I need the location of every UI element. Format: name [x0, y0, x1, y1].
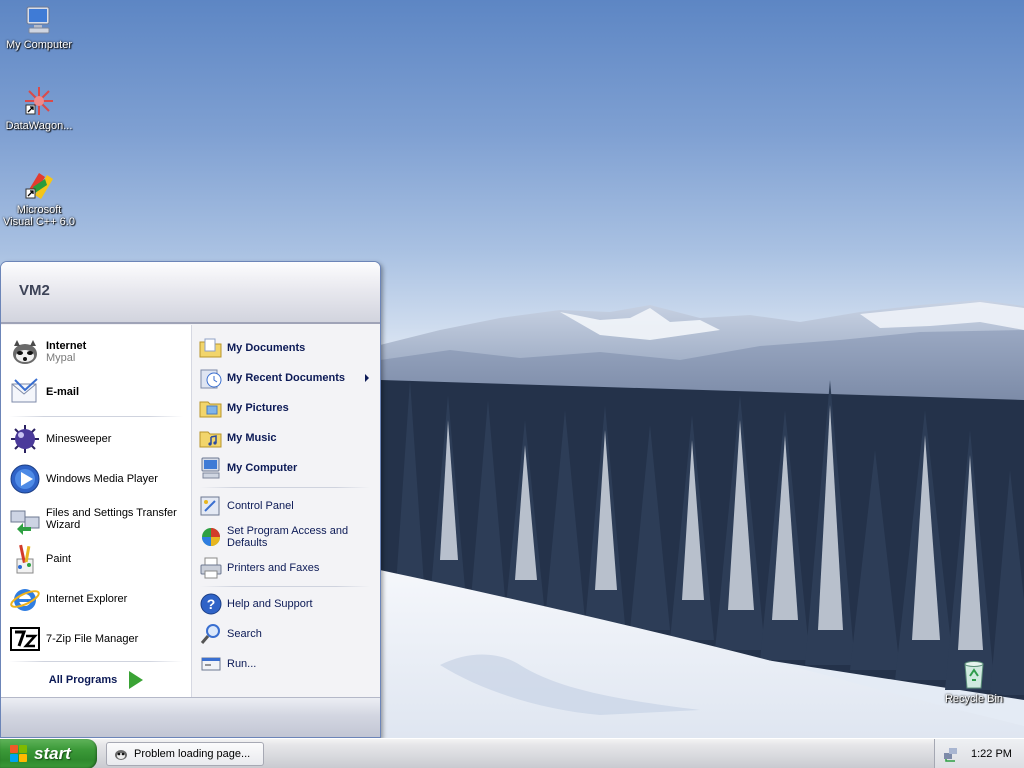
search-icon — [199, 622, 223, 646]
pinned-item-subtitle: Mypal — [46, 352, 76, 364]
clock[interactable]: 1:22 PM — [971, 748, 1012, 760]
help-label: Help and Support — [227, 598, 313, 610]
my-computer-icon — [23, 4, 55, 36]
separator — [200, 586, 370, 587]
run[interactable]: Run... — [199, 651, 377, 677]
desktop-icon-label: My Computer — [5, 39, 73, 51]
recent-item-label: Windows Media Player — [46, 473, 158, 485]
run-icon — [199, 652, 223, 676]
recent-item-label: Files and Settings Transfer Wizard — [46, 507, 177, 531]
my-computer-icon — [199, 456, 223, 480]
printer-icon — [199, 556, 223, 580]
recent-transfer-wizard[interactable]: Files and Settings Transfer Wizard — [9, 502, 185, 536]
place-my-documents[interactable]: My Documents — [199, 335, 377, 361]
place-my-pictures[interactable]: My Pictures — [199, 395, 377, 421]
system-control-panel[interactable]: Control Panel — [199, 493, 377, 519]
recent-item-label: Internet Explorer — [46, 593, 128, 605]
system-program-defaults[interactable]: Set Program Access and Defaults — [199, 522, 377, 552]
desktop-icon-label: Microsoft Visual C++ 6.0 — [3, 204, 75, 228]
desktop-icon-my-computer[interactable]: My Computer — [1, 4, 77, 51]
start-menu-right-pane: My Documents My Recent Documents My Pict… — [191, 325, 380, 697]
recycle-bin-icon — [958, 658, 990, 690]
start-menu: VM2 Internet Mypal E-mail Minesweeper Wi… — [0, 261, 381, 738]
place-label: My Music — [227, 432, 277, 444]
7zip-icon — [9, 623, 41, 655]
recent-paint[interactable]: Paint — [9, 542, 185, 576]
datawagon-icon — [23, 85, 55, 117]
folder-documents-icon — [199, 336, 223, 360]
system-tray: 1:22 PM — [934, 739, 1024, 768]
control-panel-icon — [199, 494, 223, 518]
user-name: VM2 — [19, 282, 50, 299]
recent-internet-explorer[interactable]: Internet Explorer — [9, 582, 185, 616]
system-label: Set Program Access and Defaults — [227, 525, 349, 549]
network-icon[interactable] — [943, 746, 959, 762]
separator — [200, 487, 370, 488]
recent-7zip[interactable]: 7-Zip File Manager — [9, 622, 185, 656]
folder-music-icon — [199, 426, 223, 450]
all-programs-button[interactable]: All Programs — [1, 663, 191, 697]
desktop-icon-visual-cpp[interactable]: Microsoft Visual C++ 6.0 — [1, 169, 77, 228]
system-printers-faxes[interactable]: Printers and Faxes — [199, 555, 377, 581]
recent-item-label: 7-Zip File Manager — [46, 633, 139, 645]
start-menu-footer — [1, 697, 380, 737]
svg-text:?: ? — [207, 596, 216, 612]
desktop-icon-recycle-bin[interactable]: Recycle Bin — [936, 658, 1012, 705]
mypal-browser-icon — [113, 746, 129, 762]
all-programs-label: All Programs — [48, 674, 118, 686]
green-arrow-icon — [129, 671, 144, 689]
recent-documents-icon — [199, 366, 223, 390]
task-label: Problem loading page... — [134, 748, 251, 760]
system-label: Printers and Faxes — [227, 562, 320, 574]
start-button[interactable]: start — [0, 739, 97, 768]
recent-item-label: Paint — [46, 553, 72, 565]
mypal-browser-icon — [9, 336, 41, 368]
desktop-icon-datawagon[interactable]: DataWagon... — [1, 85, 77, 132]
help-icon: ? — [199, 592, 223, 616]
recent-item-label: Minesweeper — [46, 433, 112, 445]
help-label: Run... — [227, 658, 257, 670]
windows-logo-icon — [10, 745, 28, 763]
visual-cpp-icon — [23, 169, 55, 201]
start-menu-left-pane: Internet Mypal E-mail Minesweeper Window… — [1, 325, 191, 697]
desktop-icon-label: DataWagon... — [5, 120, 73, 132]
pinned-item-title: Internet — [46, 340, 87, 352]
search[interactable]: Search — [199, 621, 377, 647]
taskbar: start Problem loading page... 1:22 PM — [0, 738, 1024, 768]
desktop-icon-label: Recycle Bin — [944, 693, 1004, 705]
paint-icon — [9, 543, 41, 575]
recent-minesweeper[interactable]: Minesweeper — [9, 422, 185, 456]
program-defaults-icon — [199, 525, 223, 549]
submenu-arrow-icon — [365, 374, 369, 382]
system-label: Control Panel — [227, 500, 294, 512]
pinned-email[interactable]: E-mail — [9, 375, 185, 409]
place-label: My Documents — [227, 342, 306, 354]
transfer-wizard-icon — [9, 503, 41, 535]
place-my-music[interactable]: My Music — [199, 425, 377, 451]
place-label: My Computer — [227, 462, 298, 474]
start-menu-header: VM2 — [1, 262, 380, 324]
taskbar-button-browser[interactable]: Problem loading page... — [106, 742, 264, 766]
start-label: start — [34, 744, 71, 763]
pinned-internet[interactable]: Internet Mypal — [9, 335, 185, 369]
internet-explorer-icon — [9, 583, 41, 615]
minesweeper-icon — [9, 423, 41, 455]
recent-windows-media-player[interactable]: Windows Media Player — [9, 462, 185, 496]
email-icon — [9, 376, 41, 408]
place-my-recent-documents[interactable]: My Recent Documents — [199, 365, 377, 391]
place-my-computer[interactable]: My Computer — [199, 455, 377, 481]
help-and-support[interactable]: ? Help and Support — [199, 591, 377, 617]
place-label: My Pictures — [227, 402, 289, 414]
separator — [9, 661, 183, 662]
media-player-icon — [9, 463, 41, 495]
pinned-item-title: E-mail — [46, 386, 80, 398]
place-label: My Recent Documents — [227, 372, 345, 384]
folder-pictures-icon — [199, 396, 223, 420]
separator — [9, 416, 183, 417]
help-label: Search — [227, 628, 262, 640]
